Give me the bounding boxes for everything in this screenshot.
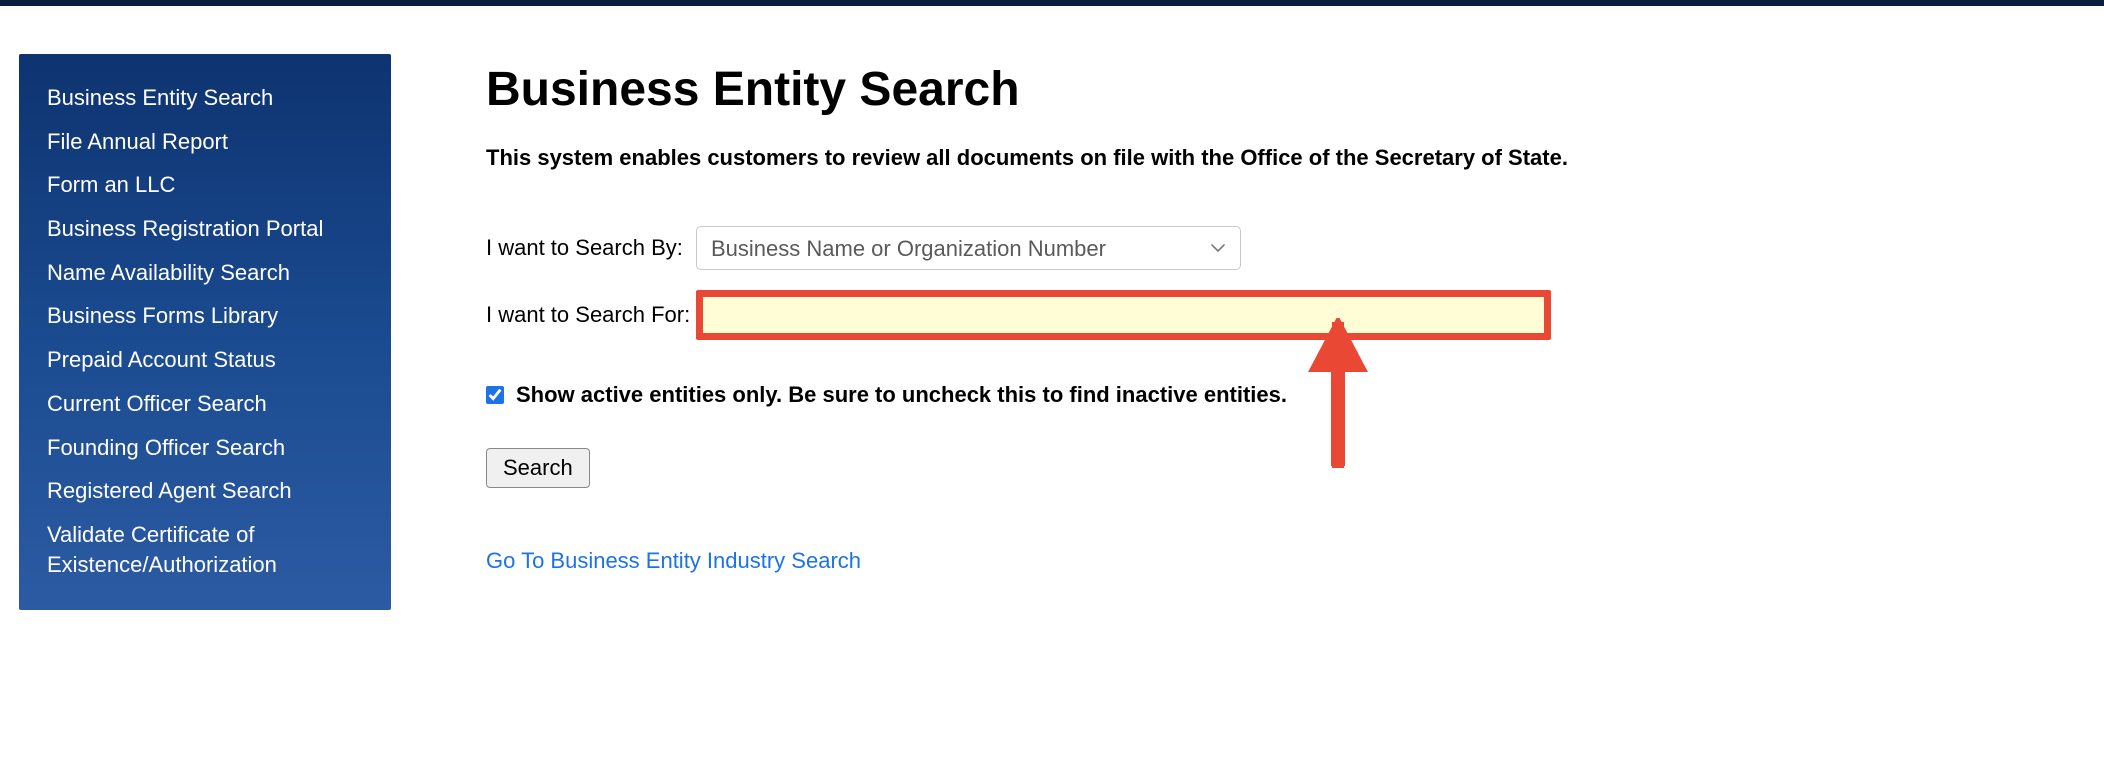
sidebar-item-prepaid-account-status[interactable]: Prepaid Account Status <box>19 338 391 382</box>
search-button[interactable]: Search <box>486 448 590 488</box>
search-for-label: I want to Search For: <box>486 302 696 328</box>
search-by-label: I want to Search By: <box>486 235 696 261</box>
sidebar-item-form-an-llc[interactable]: Form an LLC <box>19 163 391 207</box>
sidebar-item-business-forms-library[interactable]: Business Forms Library <box>19 294 391 338</box>
sidebar-item-registered-agent-search[interactable]: Registered Agent Search <box>19 469 391 513</box>
search-for-row: I want to Search For: <box>486 290 2104 340</box>
sidebar: Business Entity Search File Annual Repor… <box>19 54 391 610</box>
active-only-label: Show active entities only. Be sure to un… <box>516 382 1287 408</box>
page-container: Business Entity Search File Annual Repor… <box>0 6 2104 610</box>
industry-link-row: Go To Business Entity Industry Search <box>486 548 2104 574</box>
search-for-highlight <box>696 290 1551 340</box>
active-only-checkbox[interactable] <box>486 386 504 404</box>
sidebar-item-business-registration-portal[interactable]: Business Registration Portal <box>19 207 391 251</box>
page-subtitle: This system enables customers to review … <box>486 145 2104 171</box>
active-only-row: Show active entities only. Be sure to un… <box>486 382 2104 408</box>
industry-search-link[interactable]: Go To Business Entity Industry Search <box>486 548 861 573</box>
sidebar-item-name-availability-search[interactable]: Name Availability Search <box>19 251 391 295</box>
page-title: Business Entity Search <box>486 62 2104 117</box>
sidebar-item-founding-officer-search[interactable]: Founding Officer Search <box>19 426 391 470</box>
sidebar-item-current-officer-search[interactable]: Current Officer Search <box>19 382 391 426</box>
search-by-select-wrap: Business Name or Organization Number <box>696 226 1241 270</box>
sidebar-item-file-annual-report[interactable]: File Annual Report <box>19 120 391 164</box>
search-for-input[interactable] <box>703 297 1544 333</box>
main-content: Business Entity Search This system enabl… <box>486 54 2104 610</box>
sidebar-item-business-entity-search[interactable]: Business Entity Search <box>19 76 391 120</box>
search-by-select[interactable]: Business Name or Organization Number <box>696 226 1241 270</box>
search-by-row: I want to Search By: Business Name or Or… <box>486 226 2104 270</box>
sidebar-item-validate-certificate[interactable]: Validate Certificate of Existence/Author… <box>19 513 391 586</box>
